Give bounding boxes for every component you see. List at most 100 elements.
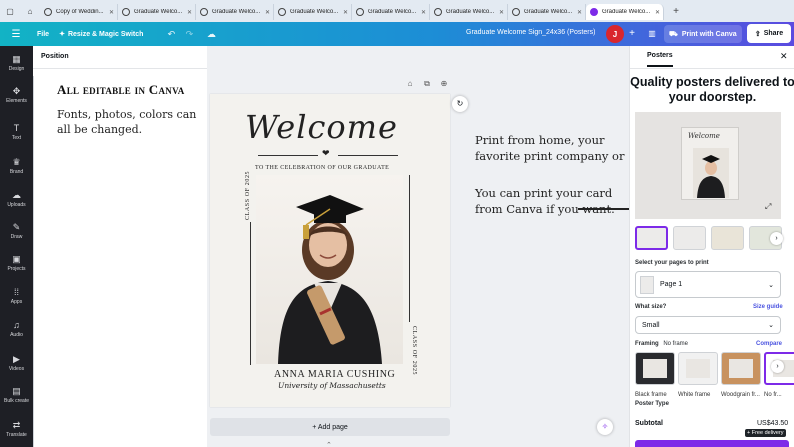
rail-item-label: Elements [6, 98, 27, 104]
duplicate-page-icon[interactable]: ⧉ [421, 79, 433, 91]
uploads-icon: ☁ [12, 190, 21, 200]
refresh-icon[interactable]: ↻ [452, 96, 468, 112]
document-title[interactable]: Graduate Welcome Sign_24x36 (Posters) [466, 29, 595, 36]
select-pages-label: Select your pages to print [635, 260, 709, 266]
frame-option-label: No fr... [764, 392, 782, 398]
continue-button[interactable] [635, 440, 789, 447]
cloud-sync-icon[interactable]: ☁ [202, 29, 220, 40]
class-year-right[interactable]: CLASS OF 2025 [411, 326, 417, 375]
chevron-right-icon[interactable]: › [771, 360, 784, 373]
print-with-canva-button[interactable]: ⛟ Print with Canva [664, 25, 742, 43]
undo-icon[interactable]: ↶ [162, 29, 180, 40]
magic-assistant-icon[interactable]: ✧ [597, 419, 613, 435]
add-page-icon[interactable]: ⊕ [438, 79, 450, 91]
chevron-up-icon[interactable]: ⌃ [326, 441, 332, 447]
thumbnail[interactable] [711, 226, 744, 250]
tab-title: Graduate Welco... [368, 9, 417, 15]
frame-option[interactable] [721, 352, 761, 385]
rail-item-videos[interactable]: ▶ Videos [0, 348, 33, 378]
compare-link[interactable]: Compare [756, 341, 782, 347]
promo-text-1[interactable]: Print from home, your favorite print com… [475, 133, 635, 164]
graduate-photo[interactable] [256, 175, 403, 364]
page-thumbnail [640, 275, 654, 294]
share-button[interactable]: ⇪ Share [747, 24, 791, 43]
tab-close-icon[interactable]: ✕ [655, 9, 660, 16]
new-tab-button[interactable]: + [668, 6, 684, 17]
tab-favicon-icon [122, 8, 130, 16]
print-panel: Posters ✕ Quality posters delivered to y… [629, 46, 794, 447]
rail-item-apps[interactable]: ⁞⁞ Apps [0, 281, 33, 311]
editable-heading[interactable]: All editable in Canva [57, 82, 185, 98]
browser-tab[interactable]: Graduate Welco... ✕ [508, 4, 586, 20]
tab-close-icon[interactable]: ✕ [577, 9, 582, 16]
university-name[interactable]: University of Massachusetts [278, 381, 386, 390]
browser-tab[interactable]: Copy of Weddin... ✕ [40, 4, 118, 20]
tab-close-icon[interactable]: ✕ [109, 9, 114, 16]
frame-option[interactable] [635, 352, 675, 385]
tab-title: Graduate Welco... [212, 9, 261, 15]
avatar[interactable]: J [606, 25, 624, 43]
promo-text-2[interactable]: You can print your card from Canva if yo… [475, 186, 635, 217]
tab-posters[interactable]: Posters [647, 52, 673, 67]
tab-close-icon[interactable]: ✕ [421, 9, 426, 16]
file-menu-button[interactable]: File [32, 31, 54, 38]
analytics-icon[interactable]: ▥ [645, 27, 659, 41]
poster-type-label: Poster Type [635, 401, 669, 407]
celebration-subtitle[interactable]: TO THE CELEBRATION OF OUR GRADUATE [255, 165, 389, 171]
size-select[interactable]: Small ⌄ [635, 316, 781, 334]
rail-item-audio[interactable]: ♫ Audio [0, 314, 33, 344]
close-icon[interactable]: ✕ [780, 51, 788, 62]
tab-close-icon[interactable]: ✕ [343, 9, 348, 16]
print-headline: Quality posters delivered to your doorst… [630, 75, 794, 104]
rail-item-elements[interactable]: ✥ Elements [0, 80, 33, 110]
rail-item-bulk-create[interactable]: ▤ Bulk create [0, 380, 33, 410]
text-icon: T [13, 123, 20, 133]
add-collaborator-icon[interactable]: + [625, 27, 639, 41]
tab-close-icon[interactable]: ✕ [265, 9, 270, 16]
window-menu-icon[interactable]: ▢ [0, 1, 20, 21]
thumbnail[interactable] [673, 226, 706, 250]
size-guide-link[interactable]: Size guide [753, 304, 783, 310]
class-year-left[interactable]: CLASS OF 2025 [245, 171, 251, 220]
tab-favicon-icon [44, 8, 52, 16]
rail-item-translate[interactable]: ⇄ Translate [0, 414, 33, 444]
menu-icon[interactable]: ☰ [0, 29, 32, 40]
chevron-right-icon[interactable]: › [770, 232, 783, 245]
browser-tab[interactable]: Graduate Welco... ✕ [118, 4, 196, 20]
page-select[interactable]: Page 1 ⌄ [635, 271, 781, 298]
rail-item-uploads[interactable]: ☁ Uploads [0, 184, 33, 214]
redo-icon[interactable]: ↷ [180, 29, 198, 40]
tab-favicon-icon [590, 8, 598, 16]
browser-tab[interactable]: Graduate Welco... ✕ [430, 4, 508, 20]
tab-title: Copy of Weddin... [56, 9, 104, 15]
videos-icon: ▶ [13, 354, 20, 364]
resize-button[interactable]: ✦ Resize & Magic Switch [54, 30, 148, 39]
graduate-name[interactable]: ANNA MARIA CUSHING [274, 369, 395, 380]
tab-close-icon[interactable]: ✕ [499, 9, 504, 16]
welcome-title[interactable]: Welcome [245, 108, 398, 146]
panel-divider [630, 68, 794, 69]
rail-item-text[interactable]: T Text [0, 117, 33, 147]
browser-tab[interactable]: Graduate Welco... ✕ [352, 4, 430, 20]
rail-item-brand[interactable]: ♛ Brand [0, 151, 33, 181]
expand-icon[interactable]: ⤢ [765, 202, 771, 212]
rail-item-projects[interactable]: ▣ Projects [0, 248, 33, 278]
what-size-label: What size? [635, 304, 667, 310]
editable-body[interactable]: Fonts, photos, colors can all be changed… [57, 107, 197, 137]
browser-tab-active[interactable]: Graduate Welco... ✕ [586, 4, 664, 20]
panel-title: Position [41, 53, 69, 60]
rail-item-label: Bulk create [3, 398, 29, 404]
thumbnail[interactable] [635, 226, 668, 250]
browser-tab[interactable]: Graduate Welco... ✕ [274, 4, 352, 20]
home-icon[interactable]: ⌂ [20, 1, 40, 21]
add-page-button[interactable]: + Add page [210, 418, 450, 436]
browser-tab[interactable]: Graduate Welco... ✕ [196, 4, 274, 20]
tab-favicon-icon [512, 8, 520, 16]
frame-option[interactable] [678, 352, 718, 385]
rail-item-label: Translate [6, 432, 27, 438]
lock-icon[interactable]: ⌂ [404, 79, 416, 91]
tab-close-icon[interactable]: ✕ [187, 9, 192, 16]
rail-item-design[interactable]: ▦ Design [0, 48, 33, 78]
preview-frame: Welcome [681, 127, 739, 200]
rail-item-draw[interactable]: ✎ Draw [0, 216, 33, 246]
